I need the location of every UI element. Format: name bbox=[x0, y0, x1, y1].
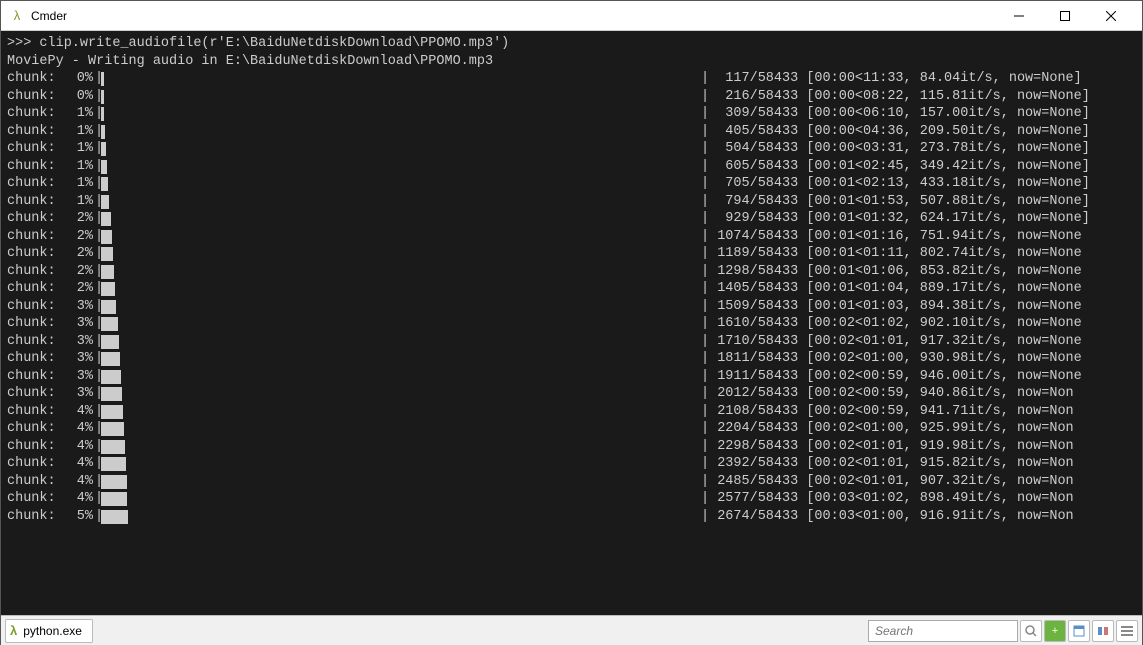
progress-row: chunk:4%|| 2577/58433 [00:03<01:02, 898.… bbox=[7, 490, 1136, 508]
progress-row: chunk:2%|| 1405/58433 [00:01<01:04, 889.… bbox=[7, 280, 1136, 298]
status-bar: λ python.exe + bbox=[1, 615, 1142, 645]
progress-row: chunk:3%|| 1610/58433 [00:02<01:02, 902.… bbox=[7, 315, 1136, 333]
progress-row: chunk:4%|| 2392/58433 [00:02<01:01, 915.… bbox=[7, 455, 1136, 473]
progress-row: chunk:0%|| 216/58433 [00:00<08:22, 115.8… bbox=[7, 88, 1136, 106]
progress-row: chunk:1%|| 309/58433 [00:00<06:10, 157.0… bbox=[7, 105, 1136, 123]
close-button[interactable] bbox=[1088, 1, 1134, 31]
window-menu-button[interactable] bbox=[1068, 620, 1090, 642]
command-line: >>> clip.write_audiofile(r'E:\BaiduNetdi… bbox=[7, 35, 1136, 53]
progress-row: chunk:3%|| 1911/58433 [00:02<00:59, 946.… bbox=[7, 368, 1136, 386]
search-input[interactable] bbox=[868, 620, 1018, 642]
progress-row: chunk:4%|| 2485/58433 [00:02<01:01, 907.… bbox=[7, 473, 1136, 491]
maximize-button[interactable] bbox=[1042, 1, 1088, 31]
progress-row: chunk:3%|| 1509/58433 [00:01<01:03, 894.… bbox=[7, 298, 1136, 316]
progress-row: chunk:0%|| 117/58433 [00:00<11:33, 84.04… bbox=[7, 70, 1136, 88]
progress-row: chunk:2%|| 1074/58433 [00:01<01:16, 751.… bbox=[7, 228, 1136, 246]
progress-row: chunk:5%|| 2674/58433 [00:03<01:00, 916.… bbox=[7, 508, 1136, 526]
menu-button[interactable] bbox=[1116, 620, 1138, 642]
progress-row: chunk:2%|| 1189/58433 [00:01<01:11, 802.… bbox=[7, 245, 1136, 263]
status-line: MoviePy - Writing audio in E:\BaiduNetdi… bbox=[7, 53, 1136, 71]
progress-row: chunk:4%|| 2298/58433 [00:02<01:01, 919.… bbox=[7, 438, 1136, 456]
progress-row: chunk:3%|| 1811/58433 [00:02<01:00, 930.… bbox=[7, 350, 1136, 368]
progress-row: chunk:4%|| 2204/58433 [00:02<01:00, 925.… bbox=[7, 420, 1136, 438]
lambda-icon: λ bbox=[10, 623, 17, 638]
progress-row: chunk:3%|| 1710/58433 [00:02<01:01, 917.… bbox=[7, 333, 1136, 351]
terminal-output[interactable]: >>> clip.write_audiofile(r'E:\BaiduNetdi… bbox=[1, 31, 1142, 615]
progress-row: chunk:1%|| 605/58433 [00:01<02:45, 349.4… bbox=[7, 158, 1136, 176]
progress-row: chunk:1%|| 405/58433 [00:00<04:36, 209.5… bbox=[7, 123, 1136, 141]
search-button[interactable] bbox=[1020, 620, 1042, 642]
tab-python[interactable]: λ python.exe bbox=[5, 619, 93, 643]
new-console-button[interactable]: + bbox=[1044, 620, 1066, 642]
progress-row: chunk:1%|| 504/58433 [00:00<03:31, 273.7… bbox=[7, 140, 1136, 158]
progress-row: chunk:2%|| 929/58433 [00:01<01:32, 624.1… bbox=[7, 210, 1136, 228]
progress-row: chunk:3%|| 2012/58433 [00:02<00:59, 940.… bbox=[7, 385, 1136, 403]
processes-button[interactable] bbox=[1092, 620, 1114, 642]
progress-row: chunk:4%|| 2108/58433 [00:02<00:59, 941.… bbox=[7, 403, 1136, 421]
minimize-button[interactable] bbox=[996, 1, 1042, 31]
window-title: Cmder bbox=[31, 9, 67, 23]
progress-row: chunk:1%|| 705/58433 [00:01<02:13, 433.1… bbox=[7, 175, 1136, 193]
app-icon: λ bbox=[9, 8, 25, 24]
progress-row: chunk:1%|| 794/58433 [00:01<01:53, 507.8… bbox=[7, 193, 1136, 211]
window-titlebar: λ Cmder bbox=[1, 1, 1142, 31]
progress-row: chunk:2%|| 1298/58433 [00:01<01:06, 853.… bbox=[7, 263, 1136, 281]
tab-label: python.exe bbox=[23, 624, 82, 638]
